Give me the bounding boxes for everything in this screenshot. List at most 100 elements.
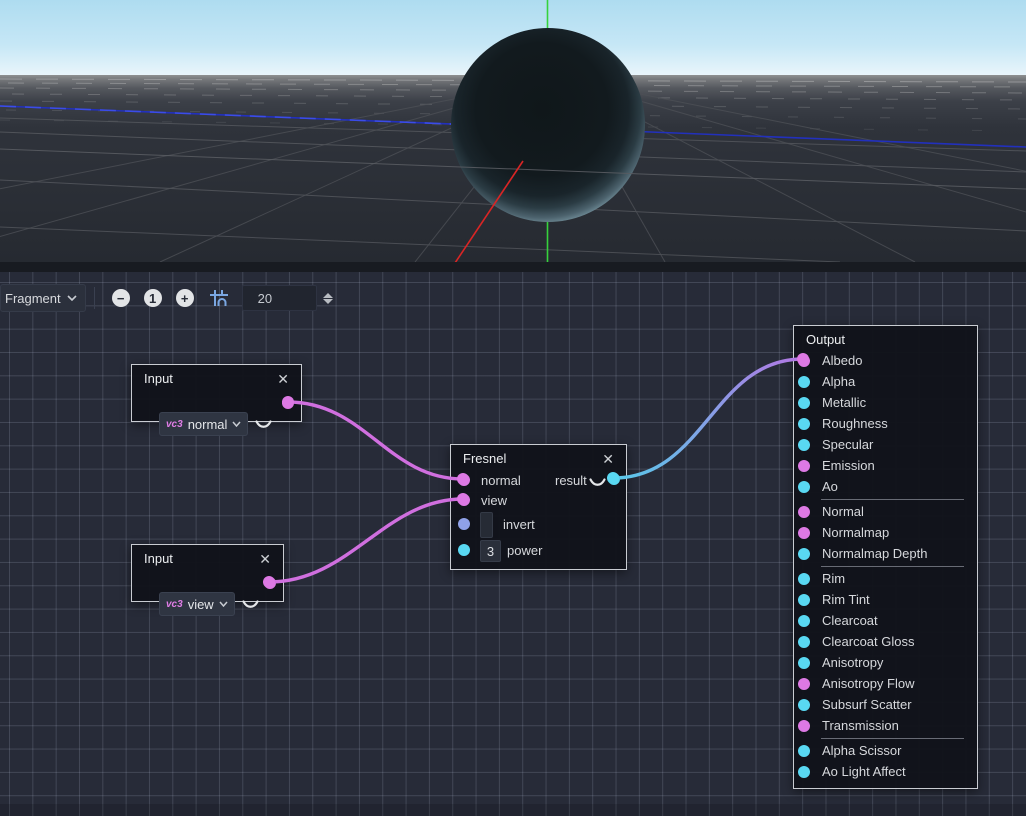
graph-node-output[interactable]: Output AlbedoAlphaMetallicRoughnessSpecu… [793,325,978,789]
port-label: Anisotropy [822,655,883,670]
input-port-rim-tint[interactable] [798,594,810,606]
input-source-dropdown[interactable]: vc3 normal [159,412,248,436]
output-port-row: Specular [794,434,977,455]
output-port-vec3[interactable] [264,577,276,589]
output-port-row: Albedo [794,350,977,371]
port-label-result: result [555,473,587,488]
input-port-specular[interactable] [798,439,810,451]
port-label: Ao Light Affect [822,764,906,779]
port-label: Transmission [822,718,899,733]
shader-mode-label: Fragment [5,291,61,306]
input-port-clearcoat[interactable] [798,615,810,627]
port-label: Albedo [822,353,862,368]
output-port-row: Ao Light Affect [794,761,977,782]
output-port-row: Ao [794,476,977,497]
graph-node-fresnel[interactable]: Fresnel ✕ normal result view invert 3 po… [450,444,627,570]
invert-checkbox[interactable] [480,512,493,538]
close-icon[interactable]: ✕ [275,372,291,386]
shader-mode-dropdown[interactable]: Fragment [0,284,86,312]
output-port-row: Clearcoat Gloss [794,631,977,652]
port-label: Normal [822,504,864,519]
3d-scene [0,0,1026,262]
input-port-normalmap[interactable] [798,527,810,539]
close-icon[interactable]: ✕ [257,552,273,566]
output-port-row: Subsurf Scatter [794,694,977,715]
port-label: Normalmap [822,525,889,540]
graph-footer-strip [0,804,1026,816]
input-port-subsurf-scatter[interactable] [798,699,810,711]
zoom-reset-icon: 1 [149,292,156,305]
output-port-row: Transmission [794,715,977,736]
input-port-ao-light-affect[interactable] [798,766,810,778]
output-port-result[interactable] [608,473,620,485]
chevron-down-icon [67,295,77,301]
port-label: Rim [822,571,845,586]
node-title: Input [144,551,173,566]
node-title: Input [144,371,173,386]
port-label: Rim Tint [822,592,870,607]
output-port-row: Clearcoat [794,610,977,631]
zoom-in-button[interactable]: + [176,289,194,307]
port-label: Alpha Scissor [822,743,901,758]
input-port-clearcoat-gloss[interactable] [798,636,810,648]
input-port-view[interactable] [458,494,470,506]
input-port-roughness[interactable] [798,418,810,430]
port-preview-icon[interactable] [242,600,259,609]
input-port-anisotropy-flow[interactable] [798,678,810,690]
input-port-alpha[interactable] [798,376,810,388]
power-value-box[interactable]: 3 [480,540,501,562]
shader-graph-canvas[interactable]: Fragment − 1 + [0,272,1026,816]
input-port-transmission[interactable] [798,720,810,732]
input-port-invert[interactable] [458,518,470,530]
port-preview-icon[interactable] [255,420,272,429]
port-label: Specular [822,437,873,452]
toolbar-separator [94,287,95,309]
input-port-alpha-scissor[interactable] [798,745,810,757]
snap-toggle-button[interactable] [210,289,228,307]
output-port-row: Rim [794,568,977,589]
vec3-type-badge: vc3 [166,419,183,430]
output-node-rows: AlbedoAlphaMetallicRoughnessSpecularEmis… [794,349,977,782]
input-port-emission[interactable] [798,460,810,472]
output-port-row: Rim Tint [794,589,977,610]
output-port-row: Emission [794,455,977,476]
wire-view-to-fresnel [269,499,463,582]
input-port-normal[interactable] [458,474,470,486]
port-label-normal: normal [481,473,521,488]
input-port-albedo[interactable] [798,355,810,367]
input-port-normal[interactable] [798,506,810,518]
input-source-dropdown[interactable]: vc3 view [159,592,235,616]
input-port-metallic[interactable] [798,397,810,409]
graph-toolbar: Fragment − 1 + [0,284,333,312]
output-port-vec3[interactable] [282,397,294,409]
port-label: Clearcoat [822,613,878,628]
3d-preview-viewport[interactable] [0,0,1026,262]
close-icon[interactable]: ✕ [600,452,616,466]
wire-result-to-albedo [613,359,803,478]
input-port-anisotropy[interactable] [798,657,810,669]
output-port-row: Metallic [794,392,977,413]
preview-sphere [451,28,645,222]
input-port-rim[interactable] [798,573,810,585]
port-label: Anisotropy Flow [822,676,914,691]
graph-node-input-normal[interactable]: Input ✕ vc3 normal [131,364,302,422]
zoom-reset-button[interactable]: 1 [144,289,162,307]
minus-icon: − [117,292,125,305]
graph-node-input-view[interactable]: Input ✕ vc3 view [131,544,284,602]
wire-normal-to-fresnel [288,402,463,479]
snap-distance-input[interactable]: 20 [242,285,317,311]
input-port-power[interactable] [458,544,470,556]
output-port-row: Anisotropy Flow [794,673,977,694]
port-label: Alpha [822,374,855,389]
output-port-row: Normalmap Depth [794,543,977,564]
input-port-normalmap-depth[interactable] [798,548,810,560]
zoom-out-button[interactable]: − [112,289,130,307]
port-label: Ao [822,479,838,494]
port-preview-icon[interactable] [589,478,606,487]
spinner-up-icon [323,293,333,298]
node-title: Fresnel [463,451,506,466]
input-port-ao[interactable] [798,481,810,493]
snap-spinner[interactable] [323,293,333,304]
vec3-type-badge: vc3 [166,599,183,610]
port-label-view: view [481,493,507,508]
